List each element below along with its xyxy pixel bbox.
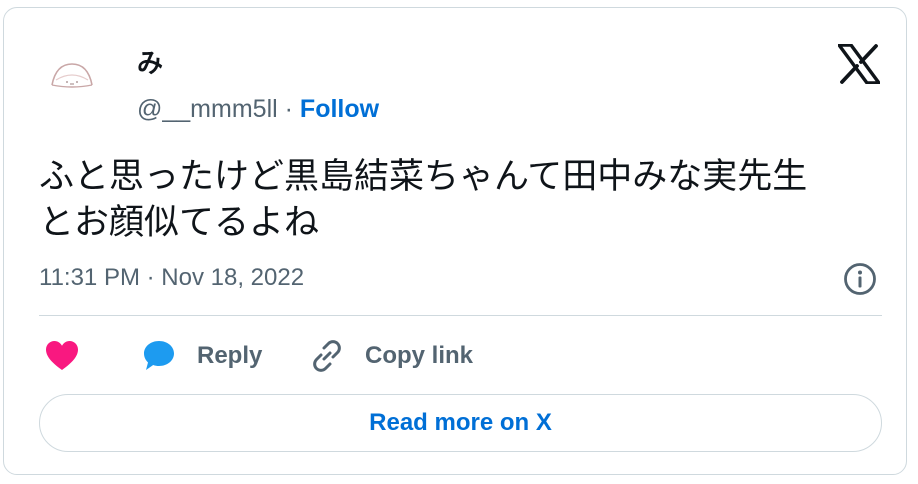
info-icon[interactable]	[843, 262, 877, 296]
heart-icon	[44, 338, 80, 374]
tweet-timestamp[interactable]: 11:31 PM · Nov 18, 2022	[39, 263, 304, 293]
avatar-drawing-icon	[51, 63, 93, 88]
follow-button[interactable]: Follow	[300, 95, 379, 123]
speech-bubble-icon	[141, 338, 177, 374]
display-name[interactable]: み	[137, 46, 163, 80]
separator-dot: ·	[284, 95, 293, 123]
link-icon	[309, 338, 345, 374]
handle-row: @__mmm5ll · Follow	[137, 93, 379, 125]
reply-button[interactable]: Reply	[141, 338, 262, 374]
reply-label: Reply	[197, 342, 263, 369]
user-handle[interactable]: @__mmm5ll	[137, 95, 278, 123]
tweet-text: ふと思ったけど黒島結菜ちゃんて田中みな実先生 とお顔似てるよね	[39, 157, 808, 243]
read-more-button[interactable]: Read more on X	[39, 394, 882, 452]
copy-link-label: Copy link	[365, 342, 474, 369]
avatar[interactable]	[38, 40, 106, 108]
copy-link-button[interactable]: Copy link	[309, 338, 473, 374]
like-button[interactable]	[44, 338, 80, 374]
embedded-tweet-card: み @__mmm5ll · Follow ふと思ったけど黒島結菜ちゃんて田中みな…	[3, 7, 907, 475]
divider	[39, 315, 882, 316]
x-logo-icon[interactable]	[837, 43, 881, 85]
